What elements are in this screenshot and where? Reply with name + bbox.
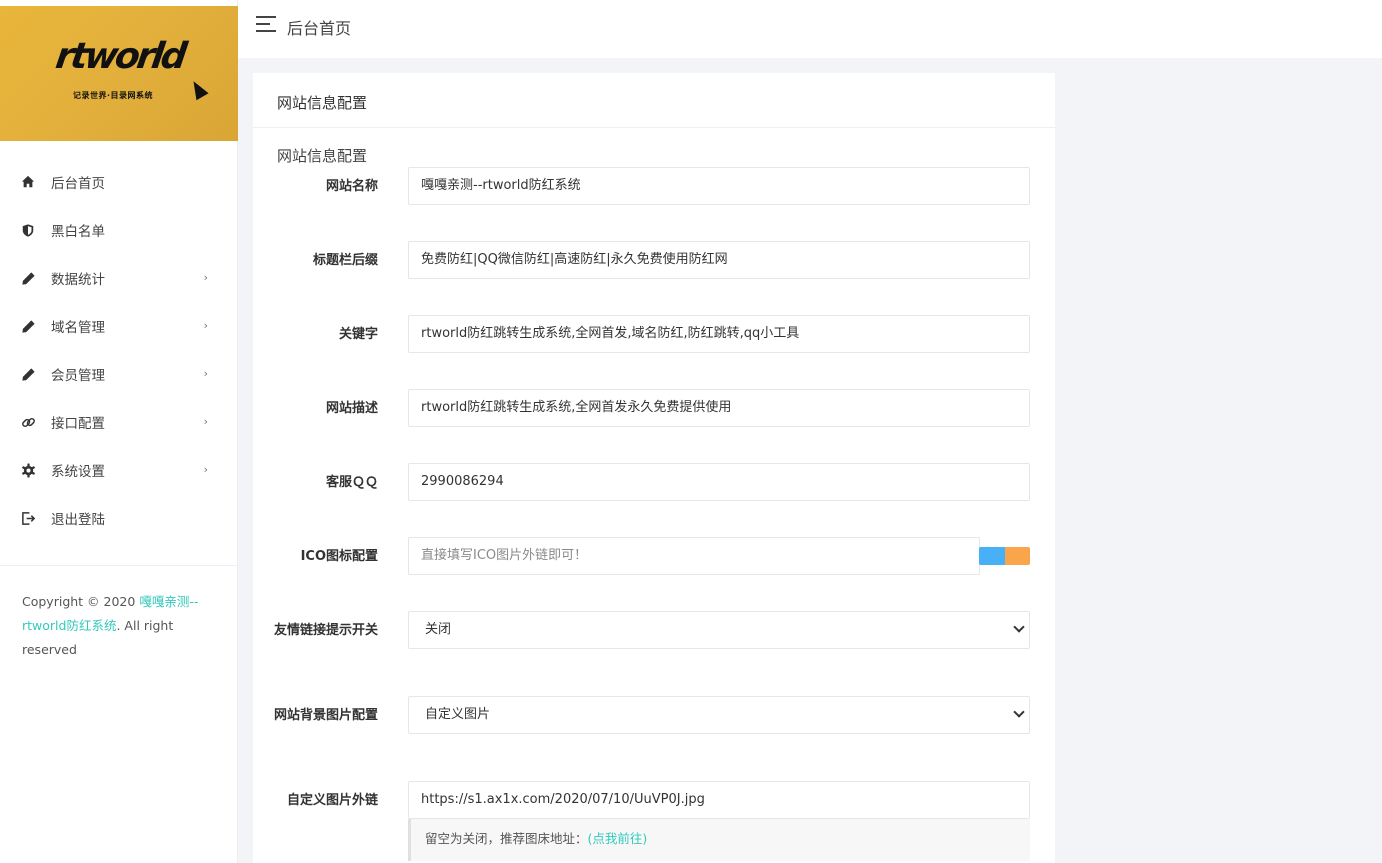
ico-label: ICO图标配置 (300, 549, 378, 564)
chevron-right-icon: › (203, 367, 208, 380)
chevron-right-icon: › (203, 463, 208, 476)
custom-image-input[interactable]: https://s1.ax1x.com/2020/07/10/UuVP0J.jp… (408, 781, 1030, 819)
copyright-prefix: Copyright © 2020 (22, 594, 140, 609)
sidebar-item-label: 域名管理 (51, 320, 105, 336)
sidebar-item-home[interactable]: 后台首页 (0, 158, 238, 206)
bg-image-selected: 自定义图片 (425, 707, 491, 722)
friend-link-selected: 关闭 (425, 622, 452, 637)
chevron-right-icon: › (203, 319, 208, 332)
sidebar: rtworld 记录世界·目录网系统 后台首页 黑白名单 数据统计 › 域名管理… (0, 0, 238, 863)
section-title: 网站信息配置 (277, 147, 368, 165)
page-title: 后台首页 (287, 19, 352, 38)
ico-upload-buttons (979, 547, 1030, 565)
settings-card: 网站信息配置 网站信息配置 网站名称 嘎嘎亲测--rtworld防红系统 标题栏… (253, 73, 1055, 863)
site-name-label: 网站名称 (325, 179, 378, 194)
keywords-label: 关键字 (338, 327, 378, 342)
menu-toggle-icon[interactable] (256, 16, 276, 32)
description-label: 网站描述 (325, 401, 378, 416)
shield-icon (20, 222, 36, 238)
ico-preview-button[interactable] (1004, 547, 1030, 565)
sidebar-item-blacklist[interactable]: 黑白名单 (0, 206, 238, 254)
sidebar-nav: 后台首页 黑白名单 数据统计 › 域名管理 › 会员管理 › 接口配置 › 系统… (0, 158, 238, 542)
topbar: 后台首页 (238, 0, 1382, 58)
sidebar-item-logout[interactable]: 退出登陆 (0, 494, 238, 542)
keywords-input[interactable]: rtworld防红跳转生成系统,全网首发,域名防红,防红跳转,qq小工具 (408, 315, 1030, 353)
sidebar-divider (0, 565, 238, 566)
title-suffix-label: 标题栏后缀 (312, 253, 378, 268)
friend-link-label: 友情链接提示开关 (273, 623, 378, 638)
logo-title: rtworld (53, 36, 187, 77)
help-link[interactable]: (点我前往) (588, 831, 648, 846)
site-name-input[interactable]: 嘎嘎亲测--rtworld防红系统 (408, 167, 1030, 205)
bg-image-label: 网站背景图片配置 (273, 708, 378, 723)
friend-link-select[interactable]: 关闭 (408, 611, 1030, 649)
pencil-icon (20, 366, 36, 382)
sidebar-item-label: 数据统计 (51, 272, 105, 288)
sidebar-item-label: 会员管理 (51, 368, 105, 384)
cursor-icon (187, 77, 209, 101)
sidebar-item-settings[interactable]: 系统设置 › (0, 446, 238, 494)
sidebar-item-label: 系统设置 (51, 464, 105, 480)
ico-input[interactable]: 直接填写ICO图片外链即可！ (408, 537, 980, 575)
custom-image-help: 留空为关闭，推荐图床地址：(点我前往) (408, 819, 1030, 861)
gear-icon (20, 462, 36, 478)
chevron-down-icon (1013, 621, 1025, 633)
logo[interactable]: rtworld 记录世界·目录网系统 (0, 6, 238, 141)
service-qq-input[interactable]: 2990086294 (408, 463, 1030, 501)
sidebar-item-api[interactable]: 接口配置 › (0, 398, 238, 446)
sidebar-item-label: 后台首页 (51, 176, 105, 192)
bg-image-select[interactable]: 自定义图片 (408, 696, 1030, 734)
ico-upload-button[interactable] (979, 547, 1005, 565)
logo-subtitle: 记录世界·目录网系统 (73, 91, 154, 100)
sidebar-item-label: 退出登陆 (51, 512, 105, 528)
help-text: 留空为关闭，推荐图床地址： (425, 831, 588, 846)
pencil-icon (20, 318, 36, 334)
service-qq-label: 客服ＱＱ (325, 475, 378, 490)
description-input[interactable]: rtworld防红跳转生成系统,全网首发永久免费提供使用 (408, 389, 1030, 427)
sidebar-item-members[interactable]: 会员管理 › (0, 350, 238, 398)
copyright: Copyright © 2020 嘎嘎亲测--rtworld防红系统. All … (22, 590, 212, 662)
logout-icon (20, 510, 36, 526)
home-icon (20, 174, 36, 190)
link-icon (20, 414, 36, 430)
custom-image-label: 自定义图片外链 (286, 793, 378, 808)
sidebar-item-label: 接口配置 (51, 416, 105, 432)
card-header: 网站信息配置 (253, 73, 1055, 128)
sidebar-item-label: 黑白名单 (51, 224, 105, 240)
chevron-right-icon: › (203, 271, 208, 284)
pencil-icon (20, 270, 36, 286)
chevron-down-icon (1013, 706, 1025, 718)
sidebar-item-statistics[interactable]: 数据统计 › (0, 254, 238, 302)
sidebar-item-domains[interactable]: 域名管理 › (0, 302, 238, 350)
title-suffix-input[interactable]: 免费防红|QQ微信防红|高速防红|永久免费使用防红网 (408, 241, 1030, 279)
chevron-right-icon: › (203, 415, 208, 428)
